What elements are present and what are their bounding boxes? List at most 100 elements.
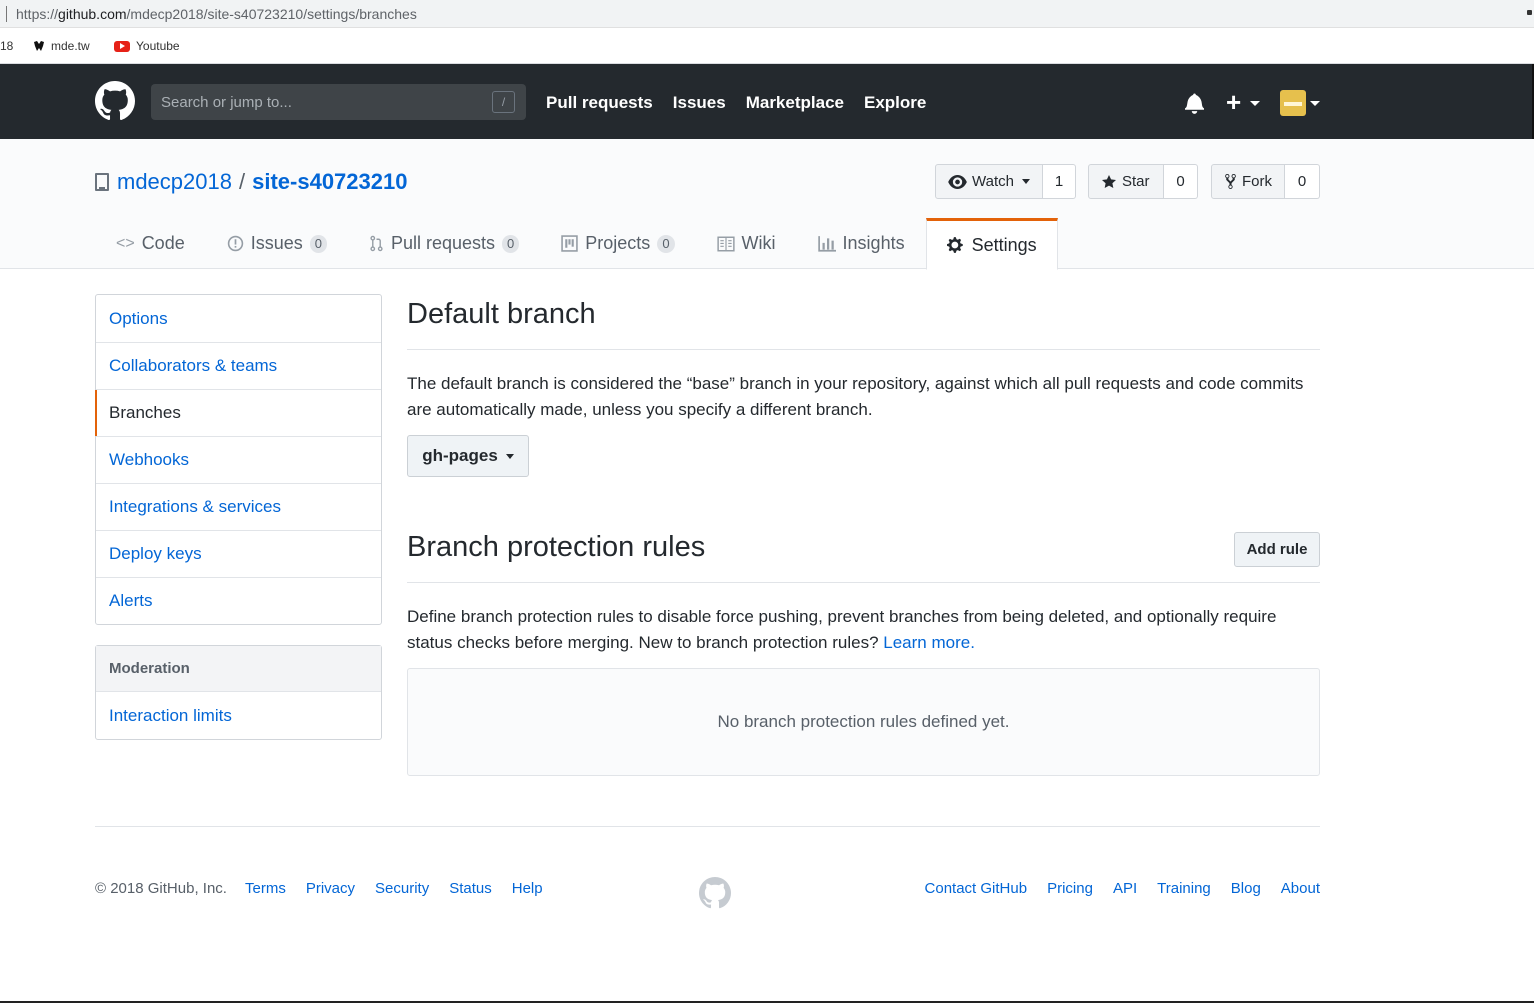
url-text[interactable]: https://github.com/mdecp2018/site-s40723… — [16, 6, 417, 22]
repo-owner-link[interactable]: mdecp2018 — [117, 169, 232, 195]
footer-link-status[interactable]: Status — [449, 880, 492, 897]
star-button[interactable]: Star — [1088, 164, 1164, 199]
bookmark-18[interactable]: 18 — [0, 39, 13, 53]
create-new-dropdown-caret[interactable] — [1250, 101, 1260, 106]
sidebar-item-interaction-limits[interactable]: Interaction limits — [96, 692, 381, 739]
empty-state-text: No branch protection rules defined yet. — [717, 712, 1010, 731]
default-branch-value: gh-pages — [422, 446, 498, 465]
sidebar-item-deploy-keys[interactable]: Deploy keys — [96, 530, 381, 577]
url-path: /mdecp2018/site-s40723210/settings/branc… — [126, 6, 417, 22]
bookmarks-bar: 18 mde.tw Youtube — [0, 28, 1534, 64]
header-nav: Pull requests Issues Marketplace Explore — [546, 93, 926, 113]
footer-links-right: Contact GitHub Pricing API Training Blog… — [925, 880, 1320, 897]
repo-title-separator: / — [238, 169, 246, 194]
add-rule-button[interactable]: Add rule — [1234, 532, 1320, 567]
tab-settings[interactable]: Settings — [925, 218, 1058, 270]
watch-button[interactable]: Watch — [935, 164, 1043, 199]
tab-insights[interactable]: Insights — [797, 218, 926, 269]
eye-icon — [948, 174, 967, 189]
tab-label: Settings — [971, 234, 1037, 255]
create-new-plus-icon[interactable]: + — [1226, 88, 1241, 116]
protection-description: Define branch protection rules to disabl… — [407, 604, 1320, 656]
url-prefix: https:// — [16, 6, 59, 22]
sidebar-item-webhooks[interactable]: Webhooks — [96, 436, 381, 483]
text-cursor — [6, 6, 7, 22]
footer-link-api[interactable]: API — [1113, 880, 1137, 897]
tab-label: Wiki — [741, 233, 776, 253]
protection-description-text: Define branch protection rules to disabl… — [407, 607, 1277, 652]
watch-caret — [1022, 179, 1030, 184]
footer-copyright: © 2018 GitHub, Inc. — [95, 880, 227, 897]
nav-marketplace[interactable]: Marketplace — [746, 93, 844, 113]
settings-sidebar: Options Collaborators & teams Branches W… — [95, 294, 382, 625]
nav-pull-requests[interactable]: Pull requests — [546, 93, 653, 113]
project-icon — [561, 235, 579, 252]
user-avatar[interactable] — [1280, 90, 1306, 116]
tab-projects[interactable]: Projects 0 — [540, 218, 695, 269]
footer-link-training[interactable]: Training — [1157, 880, 1211, 897]
footer-link-privacy[interactable]: Privacy — [306, 880, 355, 897]
fork-group: Fork 0 — [1211, 164, 1320, 199]
footer-link-pricing[interactable]: Pricing — [1047, 880, 1093, 897]
repo-icon — [95, 173, 109, 191]
footer-link-help[interactable]: Help — [512, 880, 543, 897]
sidebar-item-integrations[interactable]: Integrations & services — [96, 483, 381, 530]
projects-counter: 0 — [657, 234, 675, 253]
footer-link-security[interactable]: Security — [375, 880, 429, 897]
tab-pull-requests[interactable]: Pull requests 0 — [348, 218, 540, 269]
user-menu-dropdown-caret[interactable] — [1310, 101, 1320, 106]
default-branch-select[interactable]: gh-pages — [407, 435, 529, 477]
sidebar-item-alerts[interactable]: Alerts — [96, 577, 381, 624]
watch-label: Watch — [972, 173, 1014, 190]
repo-name-link[interactable]: site-s40723210 — [252, 169, 407, 195]
footer-links-left: Terms Privacy Security Status Help — [245, 880, 543, 897]
tab-wiki[interactable]: Wiki — [696, 218, 797, 269]
nav-explore[interactable]: Explore — [864, 93, 926, 113]
pull-requests-counter: 0 — [502, 234, 520, 253]
learn-more-link[interactable]: Learn more. — [883, 633, 975, 652]
tab-label: Insights — [842, 233, 905, 253]
default-branch-description: The default branch is considered the “ba… — [407, 374, 1304, 419]
notifications-bell-icon[interactable] — [1185, 92, 1204, 114]
gear-icon — [946, 237, 963, 253]
moderation-sidebar: Moderation Interaction limits — [95, 645, 382, 740]
bookmark-youtube[interactable]: Youtube — [114, 39, 180, 53]
footer-link-terms[interactable]: Terms — [245, 880, 286, 897]
sidebar-item-options[interactable]: Options — [96, 295, 381, 342]
tab-code[interactable]: <> Code — [95, 218, 206, 269]
protection-header: Branch protection rules — [407, 531, 1320, 583]
fork-count[interactable]: 0 — [1285, 164, 1320, 199]
search-input[interactable] — [151, 84, 481, 120]
fork-label: Fork — [1242, 173, 1272, 190]
sidebar-item-branches[interactable]: Branches — [95, 389, 381, 436]
browser-url-bar[interactable]: https://github.com/mdecp2018/site-s40723… — [0, 0, 1534, 28]
footer-link-contact[interactable]: Contact GitHub — [925, 880, 1028, 897]
footer-divider — [95, 826, 1320, 827]
window-edge-mark — [1527, 10, 1532, 15]
search-shortcut-hint: / — [492, 91, 515, 113]
star-group: Star 0 — [1088, 164, 1198, 199]
github-mark-icon[interactable] — [699, 877, 731, 909]
bookmark-label: Youtube — [136, 39, 180, 53]
bookmark-label: 18 — [0, 39, 14, 53]
fork-button[interactable]: Fork — [1211, 164, 1285, 199]
chevron-down-icon — [505, 453, 514, 459]
youtube-icon — [114, 40, 130, 52]
repo-title: mdecp2018 / site-s40723210 — [95, 169, 407, 195]
tab-label: Pull requests — [390, 233, 496, 253]
tab-issues[interactable]: Issues 0 — [206, 218, 348, 269]
footer-link-blog[interactable]: Blog — [1231, 880, 1261, 897]
book-icon — [716, 236, 735, 251]
watch-count[interactable]: 1 — [1043, 164, 1076, 199]
sidebar-item-collaborators[interactable]: Collaborators & teams — [96, 342, 381, 389]
protection-title: Branch protection rules — [407, 531, 706, 563]
default-branch-title: Default branch — [407, 298, 596, 330]
bookmark-mde[interactable]: mde.tw — [33, 39, 90, 53]
url-host: github.com — [58, 6, 127, 22]
issues-counter: 0 — [309, 234, 327, 253]
footer-link-about[interactable]: About — [1281, 880, 1320, 897]
star-count[interactable]: 0 — [1164, 164, 1198, 199]
nav-issues[interactable]: Issues — [673, 93, 726, 113]
search-box[interactable]: / — [151, 84, 526, 120]
github-logo-icon[interactable] — [95, 81, 135, 121]
